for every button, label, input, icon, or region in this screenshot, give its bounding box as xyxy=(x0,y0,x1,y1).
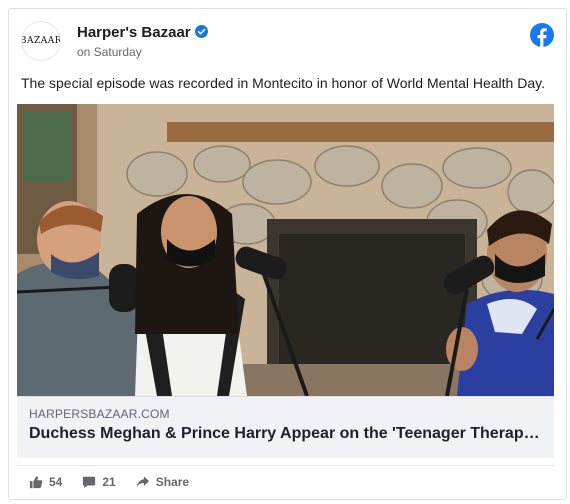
page-name-text: Harper's Bazaar xyxy=(77,24,191,41)
like-button[interactable]: 54 xyxy=(29,475,62,489)
verified-badge-icon xyxy=(194,25,208,38)
link-preview[interactable]: HARPERSBAZAAR.COM Duchess Meghan & Princ… xyxy=(17,396,554,458)
like-icon xyxy=(29,476,43,489)
avatar-logo-text: BAZAAR xyxy=(21,36,61,46)
link-title[interactable]: Duchess Meghan & Prince Harry Appear on … xyxy=(29,425,544,443)
like-count: 54 xyxy=(49,475,63,489)
share-icon xyxy=(136,476,149,488)
post-caption: The special episode was recorded in Mont… xyxy=(21,75,545,91)
comment-count: 21 xyxy=(102,475,116,489)
page-name-link[interactable]: Harper's Bazaar xyxy=(77,24,208,41)
link-preview-image[interactable] xyxy=(17,104,554,396)
actions-divider xyxy=(17,465,554,466)
comment-button[interactable]: 21 xyxy=(82,475,116,489)
facebook-logo-icon[interactable] xyxy=(530,23,554,47)
comment-icon xyxy=(83,476,96,489)
podcast-scene-illustration xyxy=(17,104,554,396)
share-label: Share xyxy=(155,475,190,489)
share-button[interactable]: Share xyxy=(136,475,189,489)
post-actions-bar: 54 21 Share xyxy=(29,471,209,493)
link-domain: HARPERSBAZAAR.COM xyxy=(29,407,170,421)
facebook-post-card: BAZAAR Harper's Bazaar on Saturday The s… xyxy=(8,8,567,500)
post-timestamp[interactable]: on Saturday xyxy=(77,45,142,59)
post-header: BAZAAR Harper's Bazaar on Saturday xyxy=(21,21,554,61)
page-avatar[interactable]: BAZAAR xyxy=(21,21,61,61)
